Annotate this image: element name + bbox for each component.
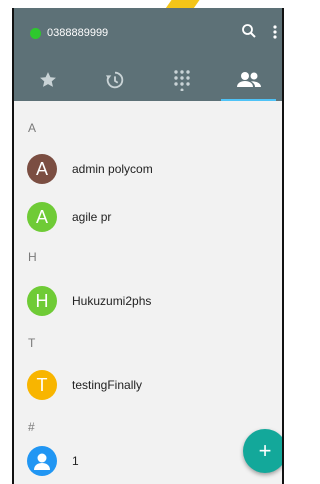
person-icon	[34, 453, 50, 470]
phone-screen: 0388889999 A A admin polycom A agile pr …	[12, 8, 284, 484]
search-icon[interactable]	[241, 23, 257, 44]
avatar: T	[27, 370, 57, 400]
more-vert-icon[interactable]	[272, 24, 278, 45]
avatar	[27, 446, 57, 476]
phone-number: 0388889999	[47, 27, 109, 39]
dialpad-icon	[173, 70, 190, 91]
tab-bar	[14, 60, 282, 101]
section-header-t: T	[28, 336, 36, 350]
section-header-hash: #	[28, 420, 35, 434]
contact-row[interactable]: 1	[14, 441, 282, 481]
tab-contacts[interactable]	[215, 60, 282, 101]
tab-dialpad[interactable]	[148, 60, 215, 100]
add-contact-button[interactable]: +	[243, 429, 282, 473]
contact-name: Hukuzumi2phs	[72, 294, 152, 308]
section-header-a: A	[28, 121, 37, 135]
contact-name: testingFinally	[72, 378, 143, 392]
section-header-h: H	[28, 250, 37, 264]
contacts-icon	[236, 72, 261, 87]
history-icon	[105, 71, 123, 89]
status-indicator	[30, 28, 41, 39]
star-icon	[39, 72, 56, 87]
avatar: A	[27, 202, 57, 232]
contact-row[interactable]: A admin polycom	[14, 149, 282, 189]
contact-row[interactable]: H Hukuzumi2phs	[14, 281, 282, 321]
tab-favorites[interactable]	[14, 60, 81, 100]
contact-name: 1	[72, 454, 79, 468]
tab-recents[interactable]	[81, 60, 148, 100]
contact-list[interactable]: A A admin polycom A agile pr H H Hukuzum…	[14, 101, 282, 484]
avatar: A	[27, 154, 57, 184]
app-header: 0388889999	[14, 8, 282, 101]
contact-row[interactable]: A agile pr	[14, 197, 282, 237]
contact-row[interactable]: T testingFinally	[14, 365, 282, 405]
avatar: H	[27, 286, 57, 316]
contact-name: agile pr	[72, 210, 112, 224]
contact-name: admin polycom	[72, 162, 153, 176]
